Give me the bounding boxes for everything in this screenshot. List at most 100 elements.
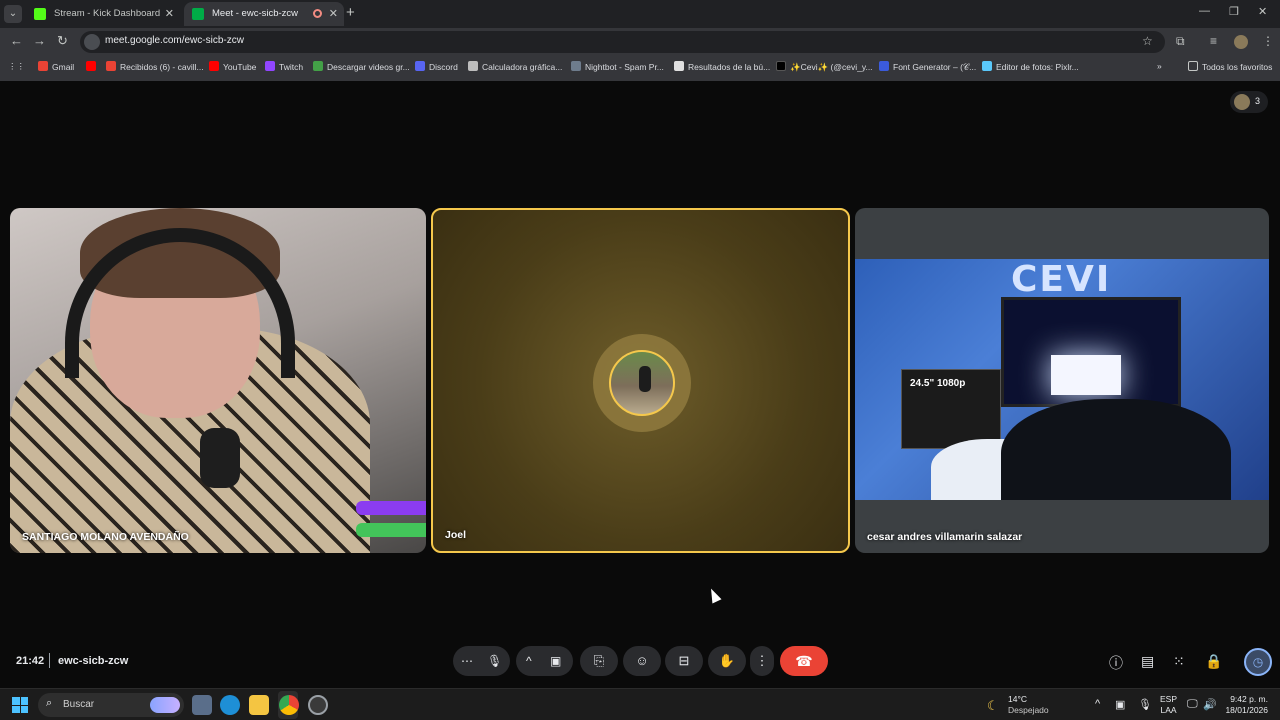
close-window-icon[interactable]: ✕	[1258, 5, 1267, 18]
gpu-box-label: 24.5" 1080p	[910, 378, 966, 389]
bookmark-calculadora[interactable]: Calculadora gráfica...	[468, 61, 562, 72]
bookmark-label: Nightbot - Spam Pr...	[585, 62, 664, 72]
pixlr-icon	[982, 61, 992, 71]
participant-video-hair	[1001, 399, 1231, 500]
extensions-icon[interactable]: ⧉	[1176, 34, 1185, 49]
participants-button[interactable]: 3	[1230, 91, 1268, 113]
emoji-reaction-icon[interactable]: ☺	[623, 646, 661, 676]
bookmark-pixlr[interactable]: Editor de fotos: Pixlr...	[982, 61, 1079, 72]
clock-time: 9:42 p. m.	[1230, 694, 1268, 704]
volume-icon[interactable]: 🔊	[1203, 698, 1217, 711]
bookmark-label: Todos los favoritos	[1202, 62, 1273, 72]
all-bookmarks-folder[interactable]: Todos los favoritos	[1188, 61, 1272, 72]
microphone-icon[interactable]: 🎙	[487, 646, 502, 676]
tab-search-button[interactable]: ⌄	[4, 5, 22, 23]
clock-date: 18/01/2026	[1225, 705, 1268, 715]
youtube-icon	[86, 61, 96, 71]
avatar-figure	[639, 366, 651, 392]
video-tile-santiago[interactable]: SANTIAGO MOLANO AVENDAÑO	[10, 208, 426, 553]
task-view-icon[interactable]	[192, 695, 212, 715]
activities-grid-icon[interactable]: ⁙	[1173, 653, 1185, 670]
twitch-icon	[265, 61, 275, 71]
tray-microphone-icon[interactable]: 🎙	[1138, 698, 1152, 711]
bookmark-discord[interactable]: Discord	[415, 61, 458, 72]
bookmark-label: Twitch	[279, 62, 304, 72]
minimize-icon[interactable]: —	[1199, 5, 1210, 17]
bookmark-twitch[interactable]: Twitch	[265, 61, 303, 72]
video-options-chevron-icon[interactable]: ^	[526, 646, 532, 676]
video-tile-cesar[interactable]: CEVI 24.5" 1080p cesar andres villamarin…	[855, 208, 1269, 553]
bookmark-youtube-icon-only[interactable]	[86, 61, 100, 72]
video-tile-joel[interactable]: Joel	[431, 208, 850, 553]
site-info-icon[interactable]	[84, 34, 100, 50]
close-tab-icon[interactable]: ✕	[329, 2, 338, 26]
meeting-info-icon[interactable]: ⓘ	[1109, 653, 1123, 673]
camera-icon[interactable]: ▣	[550, 646, 561, 676]
bookmark-recibidos[interactable]: Recibidos (6) - cavill...	[106, 61, 204, 72]
edge-icon[interactable]	[220, 695, 240, 715]
media-controls-icon[interactable]: ≡	[1210, 34, 1217, 48]
chat-icon[interactable]: ▤	[1141, 653, 1154, 670]
meet-control-bar: 21:42 ewc-sicb-zcw ⋯ 🎙 ^ ▣ ⎘ ☺ ⊟ ✋ ⋮ ☎ ⓘ…	[0, 641, 1280, 688]
participant-name: cesar andres villamarin salazar	[867, 531, 1023, 543]
present-screen-icon[interactable]: ⎘	[580, 646, 618, 676]
captions-icon[interactable]: ⊟	[665, 646, 703, 676]
bookmark-descargar-videos[interactable]: Descargar videos gr...	[313, 61, 410, 72]
more-options-icon[interactable]: ⋮	[750, 646, 774, 676]
meet-call-area: 3 SANTIAGO MOLANO AVENDAÑO Joel CEVI 24.…	[0, 81, 1280, 688]
tab-title: Stream - Kick Dashboard	[54, 8, 161, 19]
windows-start-icon[interactable]	[12, 697, 28, 713]
calculator-icon	[468, 61, 478, 71]
restore-icon[interactable]: ❐	[1229, 5, 1239, 18]
more-bookmarks-chevron-icon[interactable]: »	[1157, 61, 1162, 71]
monitor-glow	[1051, 355, 1121, 395]
reload-icon[interactable]: ↻	[57, 33, 68, 49]
taskbar-search[interactable]: ⌕ Buscar	[38, 693, 184, 717]
bookmark-label: Font Generator – (𝒞...	[893, 62, 977, 72]
profile-avatar[interactable]	[1234, 35, 1248, 49]
input-language[interactable]: ESP LAA	[1160, 694, 1177, 716]
gmail-icon	[38, 61, 48, 71]
bookmark-youtube[interactable]: YouTube	[209, 61, 256, 72]
bookmark-label: Descargar videos gr...	[327, 62, 410, 72]
forward-icon[interactable]: →	[33, 33, 46, 48]
leave-call-button[interactable]: ☎	[780, 646, 828, 676]
bookmark-label: Resultados de la bú...	[688, 62, 771, 72]
bookmark-resultados[interactable]: Resultados de la bú...	[674, 61, 770, 72]
chrome-icon[interactable]	[279, 695, 299, 715]
bookmark-label: YouTube	[223, 62, 257, 72]
tab-kick-dashboard[interactable]: Stream - Kick Dashboard ✕	[26, 2, 180, 26]
bookmark-nightbot[interactable]: Nightbot - Spam Pr...	[571, 61, 664, 72]
apps-grid-icon[interactable]: ⋮⋮	[8, 61, 25, 72]
bookmark-star-icon[interactable]: ☆	[1142, 34, 1153, 48]
tray-app-icon[interactable]: ▣	[1115, 698, 1125, 711]
system-clock[interactable]: 9:42 p. m. 18/01/2026	[1225, 694, 1268, 716]
back-icon[interactable]: ←	[10, 33, 23, 48]
participant-name: Joel	[445, 529, 467, 541]
browser-toolbar: ← → ↻ meet.google.com/ewc-sicb-zcw ☆ ⧉ ≡…	[0, 28, 1280, 56]
host-controls-icon[interactable]: 🔒	[1205, 653, 1222, 670]
close-tab-icon[interactable]: ✕	[165, 2, 174, 26]
folder-icon	[1188, 61, 1198, 71]
network-icon[interactable]: 🖵	[1187, 698, 1198, 711]
browser-menu-icon[interactable]: ⋮	[1262, 34, 1274, 48]
tray-overflow-chevron-icon[interactable]: ^	[1095, 698, 1100, 710]
tab-google-meet[interactable]: Meet - ewc-sicb-zcw ✕	[184, 2, 344, 26]
bookmark-tiktok-cevi[interactable]: ✨Cevi✨ (@cevi_y...	[776, 61, 873, 73]
raise-hand-icon[interactable]: ✋	[708, 646, 746, 676]
microphone-graphic	[200, 428, 240, 488]
obs-icon[interactable]	[308, 695, 328, 715]
bookmark-font-generator[interactable]: Font Generator – (𝒞...	[879, 61, 976, 73]
windows-taskbar: ⌕ Buscar ☾ 14°C Despejado ^ ▣ 🎙 ESP LAA …	[0, 688, 1280, 720]
bookmark-label: Editor de fotos: Pixlr...	[996, 62, 1079, 72]
bookmark-label: Discord	[429, 62, 458, 72]
tiktok-icon	[776, 61, 786, 71]
stream-overlay-bar	[356, 523, 426, 537]
timer-icon[interactable]: ◷	[1244, 648, 1272, 676]
video-control-group: ^ ▣	[516, 646, 573, 676]
audio-options-icon[interactable]: ⋯	[461, 646, 473, 676]
bookmark-gmail[interactable]: Gmail	[38, 61, 74, 72]
address-bar[interactable]: meet.google.com/ewc-sicb-zcw ☆	[80, 31, 1165, 53]
file-explorer-icon[interactable]	[249, 695, 269, 715]
new-tab-button[interactable]: +	[346, 4, 355, 21]
